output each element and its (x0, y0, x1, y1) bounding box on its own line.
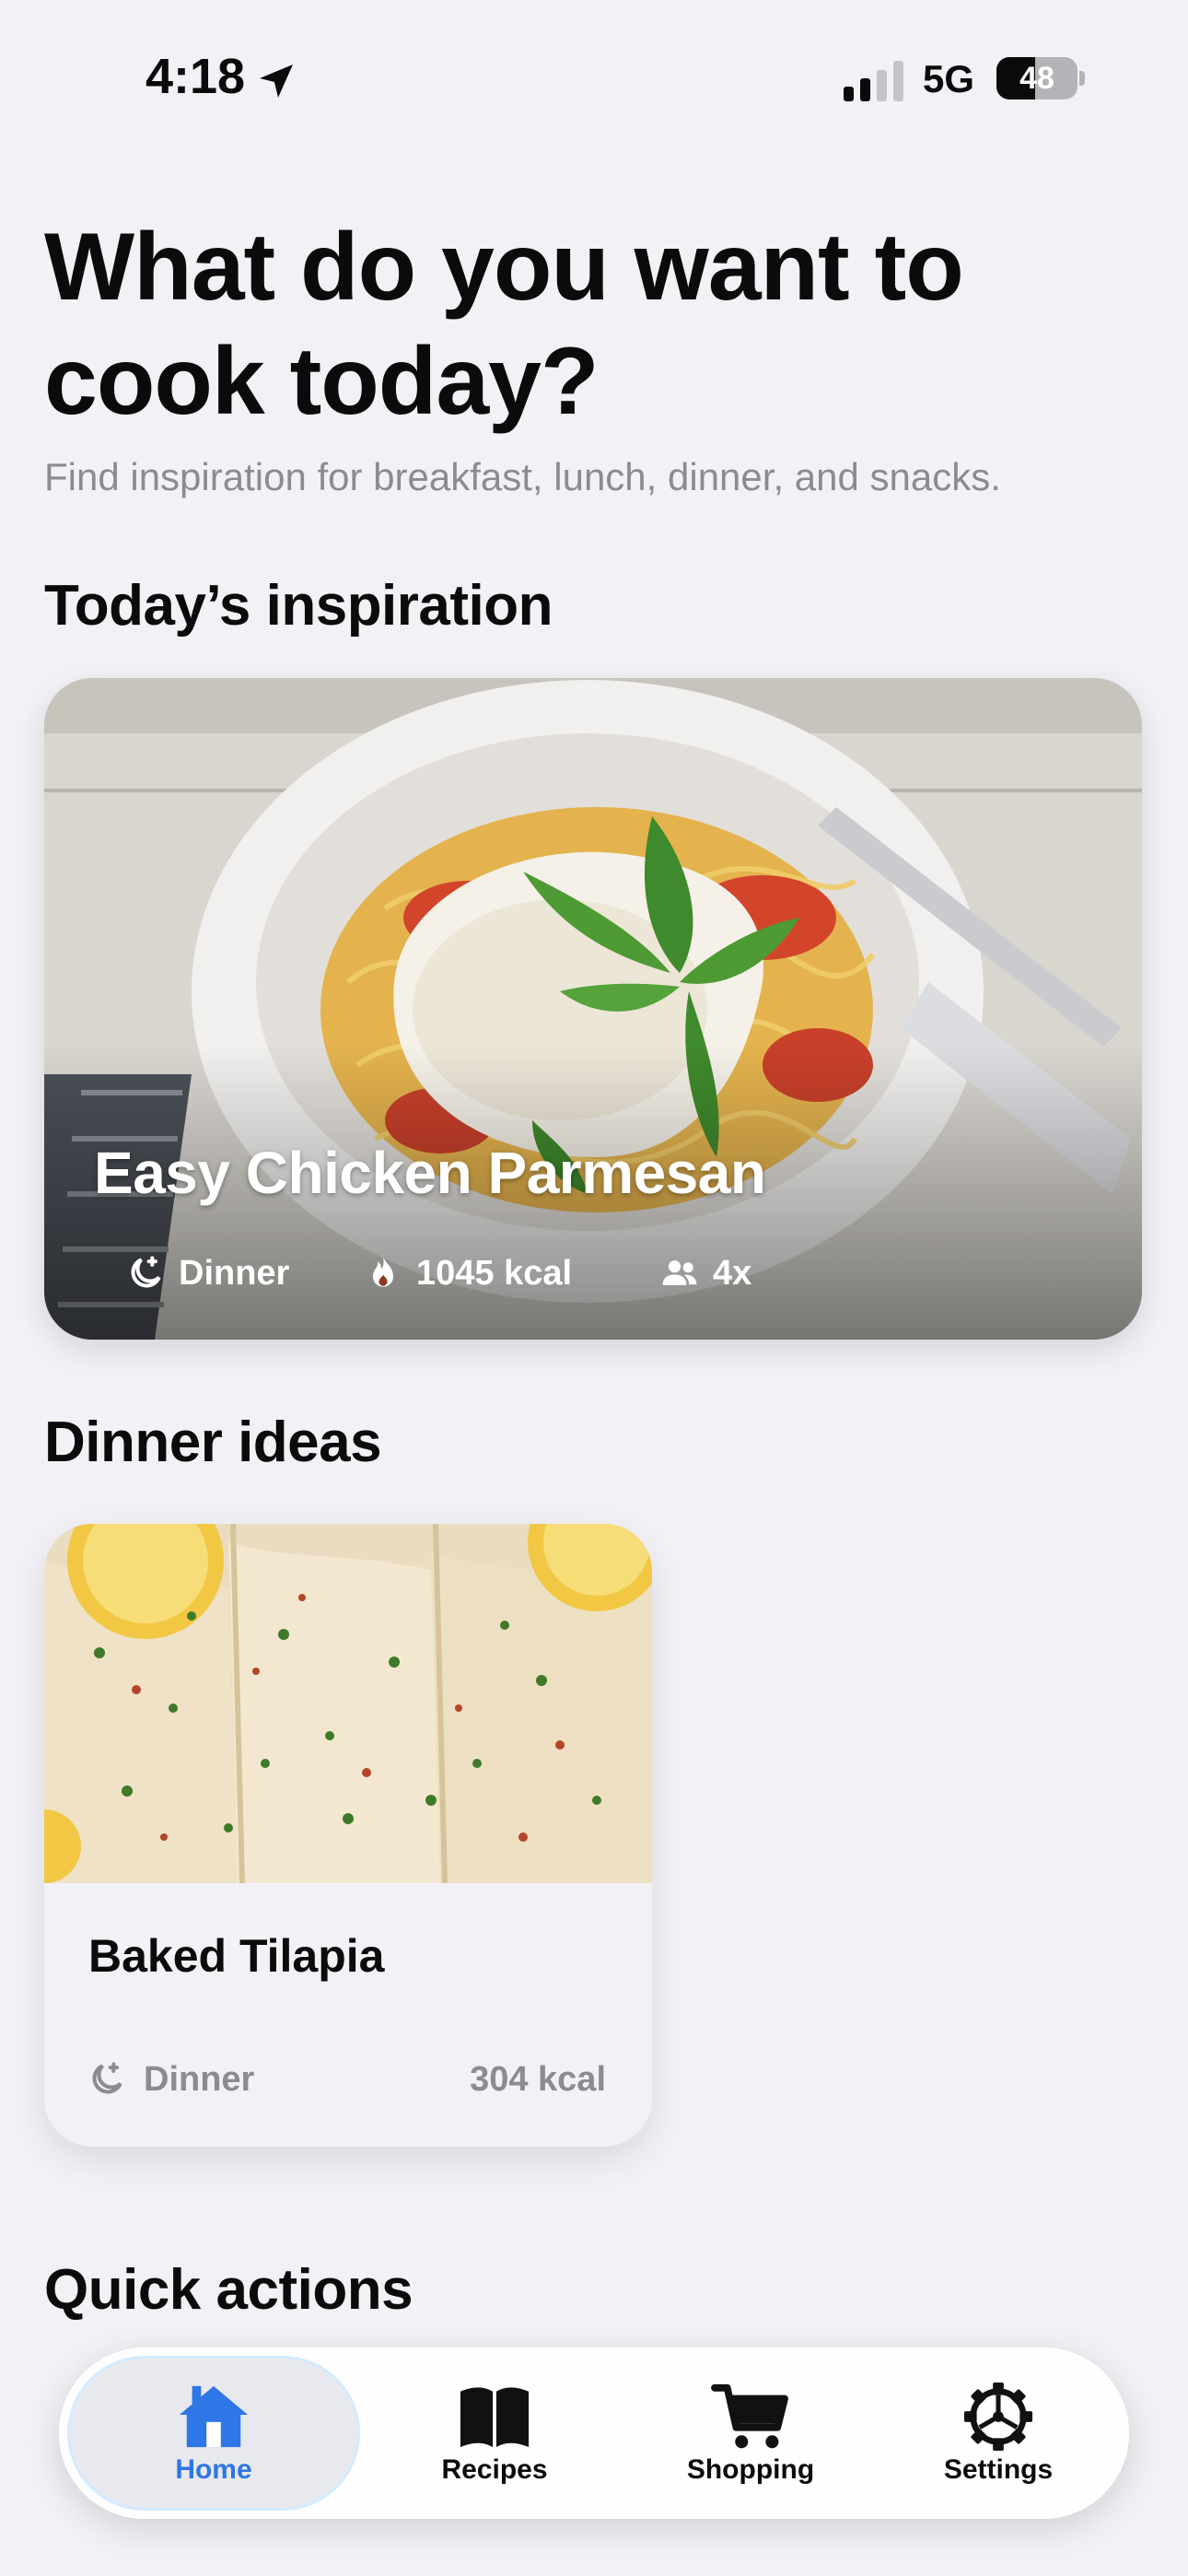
inspiration-category: Dinner (125, 1247, 289, 1299)
tab-recipes[interactable]: Recipes (367, 2348, 623, 2519)
tab-shopping-label: Shopping (686, 2454, 815, 2485)
house-icon (179, 2385, 249, 2448)
cart-icon (711, 2383, 788, 2449)
status-time: 4:18 (146, 49, 246, 104)
network-type: 5G (923, 57, 975, 100)
inspiration-servings: 4x (659, 1247, 751, 1299)
tab-settings[interactable]: Settings (879, 2348, 1118, 2519)
inspiration-calories-label: 1045 kcal (416, 1253, 573, 1293)
tab-home[interactable]: Home (70, 2348, 357, 2519)
page-subtitle: Find inspiration for breakfast, lunch, d… (44, 455, 1001, 498)
tab-bar: Home Recipes Shopping Settings (59, 2348, 1129, 2519)
inspiration-section-title: Today’s inspiration (44, 574, 553, 638)
inspiration-servings-label: 4x (713, 1253, 752, 1293)
recipe-card-baked-tilapia[interactable]: Baked Tilapia Dinner 304 kcal (44, 1524, 652, 2147)
tab-shopping[interactable]: Shopping (623, 2348, 879, 2519)
people-icon (662, 1260, 697, 1285)
battery-icon: 48 (996, 57, 1087, 100)
recipe-card-title: Baked Tilapia (88, 1930, 385, 1982)
location-arrow-icon (260, 64, 293, 98)
dinner-ideas-section-title: Dinner ideas (44, 1411, 382, 1474)
book-icon (460, 2387, 530, 2448)
recipe-card-calories: 304 kcal (470, 2060, 606, 2099)
tab-settings-label: Settings (943, 2454, 1054, 2485)
inspiration-recipe-card[interactable]: Easy Chicken Parmesan Dinner 1045 kcal 4… (44, 678, 1142, 1340)
gear-icon (963, 2382, 1033, 2452)
tab-home-label: Home (175, 2454, 252, 2485)
inspiration-category-label: Dinner (179, 1253, 290, 1293)
flame-icon (373, 1256, 393, 1287)
recipe-card-category: Dinner (87, 2056, 254, 2102)
baked-tilapia-photo (44, 1524, 652, 1883)
quick-actions-section-title: Quick actions (44, 2258, 413, 2322)
inspiration-recipe-title: Easy Chicken Parmesan (94, 1140, 766, 1206)
inspiration-calories: 1045 kcal (363, 1247, 572, 1299)
cellular-signal-icon (844, 61, 903, 101)
moon-icon (131, 1256, 161, 1288)
battery-percentage: 48 (1019, 61, 1054, 96)
tab-recipes-label: Recipes (441, 2454, 548, 2485)
moon-icon (92, 2062, 122, 2094)
page-title: What do you want to cook today? (44, 214, 964, 435)
recipe-card-category-label: Dinner (144, 2059, 255, 2099)
